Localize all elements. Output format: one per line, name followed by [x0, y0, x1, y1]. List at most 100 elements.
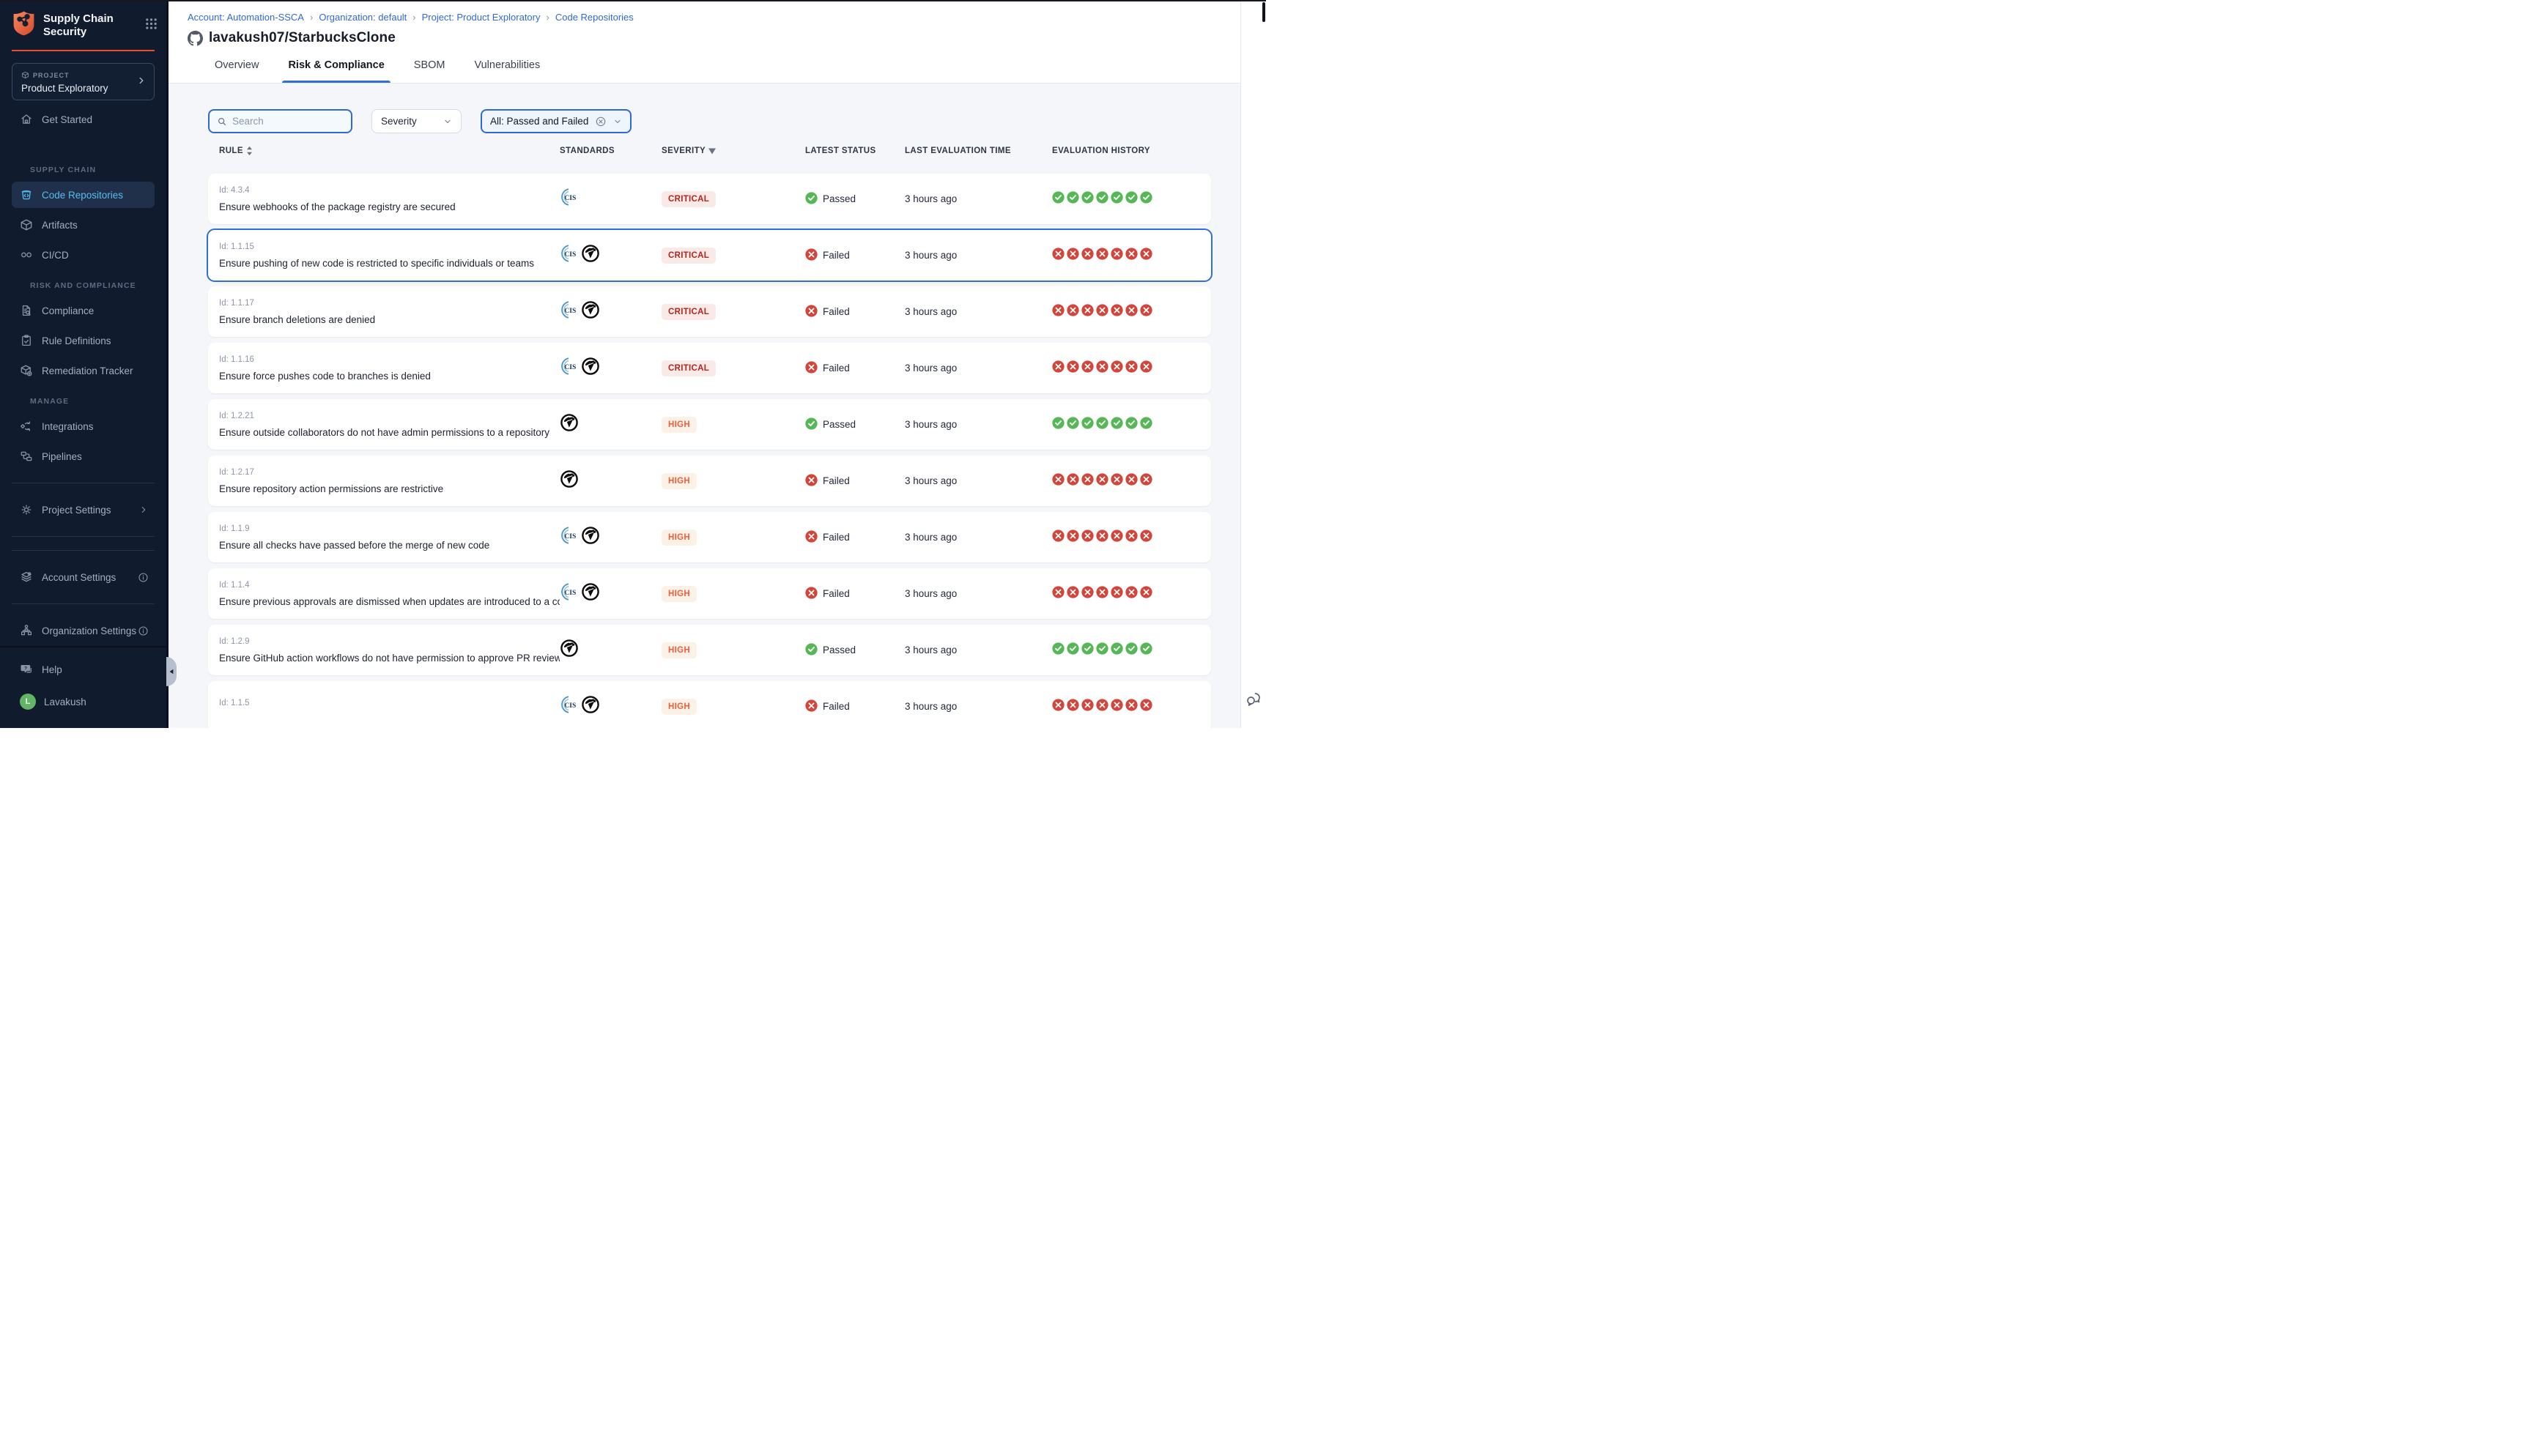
- rule-row[interactable]: Id: 1.1.17Ensure branch deletions are de…: [208, 286, 1211, 337]
- rule-row[interactable]: Id: 1.1.15Ensure pushing of new code is …: [208, 230, 1211, 281]
- severity-filter-label: Severity: [381, 116, 417, 127]
- sidebar-item-code-repositories[interactable]: Code Repositories: [12, 182, 155, 208]
- project-selector[interactable]: PROJECT Product Exploratory: [12, 63, 155, 100]
- sidebar-item-account-settings[interactable]: Account Settings: [12, 564, 155, 590]
- history-pass-icon: [1125, 642, 1138, 658]
- sidebar-item-project-settings[interactable]: Project Settings: [12, 497, 155, 523]
- history-fail-icon: [1081, 360, 1094, 376]
- rule-cell: Id: 4.3.4Ensure webhooks of the package …: [219, 186, 560, 212]
- apps-grid-icon[interactable]: [145, 18, 158, 34]
- svg-text:CIS: CIS: [564, 195, 576, 202]
- rule-text: Ensure branch deletions are denied: [219, 314, 560, 325]
- app-title: Supply Chain Security: [43, 12, 130, 39]
- severity-cell: HIGH: [662, 699, 805, 715]
- history-fail-icon: [1096, 304, 1108, 320]
- breadcrumb-item[interactable]: Account: Automation-SSCA: [188, 12, 304, 23]
- history-fail-icon: [1081, 473, 1094, 489]
- history-fail-icon: [1111, 699, 1123, 715]
- column-header-rule[interactable]: RULE: [219, 146, 560, 156]
- user-item[interactable]: L Lavakush: [12, 688, 155, 715]
- history-fail-icon: [1140, 586, 1152, 602]
- breadcrumb-item[interactable]: Organization: default: [319, 12, 407, 23]
- evaluation-history: [1052, 191, 1211, 207]
- column-label: STANDARDS: [560, 146, 615, 155]
- package-icon: [21, 71, 29, 81]
- status-filter[interactable]: All: Passed and Failed: [481, 109, 632, 133]
- rule-row[interactable]: Id: 1.2.9Ensure GitHub action workflows …: [208, 625, 1211, 675]
- support-chat-icon[interactable]: [1245, 691, 1262, 712]
- evaluation-history: [1052, 304, 1211, 320]
- history-pass-icon: [1111, 642, 1123, 658]
- column-header-severity[interactable]: SEVERITY: [662, 146, 805, 155]
- owasp-standard-icon: [581, 244, 600, 267]
- history-fail-icon: [1052, 699, 1065, 715]
- tab-vulnerabilities[interactable]: Vulnerabilities: [473, 56, 541, 83]
- project-label: PROJECT: [33, 72, 70, 79]
- sidebar-item-label: Get Started: [42, 114, 92, 125]
- rule-row[interactable]: Id: 1.1.16Ensure force pushes code to br…: [208, 343, 1211, 393]
- history-fail-icon: [1067, 304, 1079, 320]
- search-input[interactable]: [232, 116, 335, 127]
- severity-badge: CRITICAL: [662, 248, 716, 264]
- sidebar-item-pipelines[interactable]: Pipelines: [12, 443, 155, 469]
- infinity-icon: [20, 248, 33, 261]
- breadcrumb-item[interactable]: Project: Product Exploratory: [422, 12, 541, 23]
- column-label: LAST EVALUATION TIME: [905, 146, 1011, 155]
- sidebar-item-compliance[interactable]: Compliance: [12, 297, 155, 324]
- severity-cell: CRITICAL: [662, 304, 805, 320]
- sidebar-item-organization-settings[interactable]: Organization Settings: [12, 617, 155, 644]
- breadcrumb-item[interactable]: Code Repositories: [555, 12, 634, 23]
- history-fail-icon: [1067, 248, 1079, 264]
- history-fail-icon: [1052, 304, 1065, 320]
- failed-x-icon: [805, 530, 818, 545]
- rule-row[interactable]: Id: 1.2.21Ensure outside collaborators d…: [208, 399, 1211, 450]
- sidebar-item-rule-definitions[interactable]: Rule Definitions: [12, 327, 155, 354]
- tab-sbom[interactable]: SBOM: [412, 56, 447, 83]
- clear-filter-icon[interactable]: [595, 116, 607, 127]
- user-avatar: L: [20, 694, 36, 710]
- rule-row[interactable]: Id: 1.1.5CISHIGHFailed3 hours ago: [208, 681, 1211, 728]
- history-fail-icon: [1140, 699, 1152, 715]
- rule-cell: Id: 1.2.21Ensure outside collaborators d…: [219, 412, 560, 438]
- standards-cell: CIS: [560, 187, 662, 210]
- status-label: Failed: [823, 475, 850, 486]
- tab-risk-compliance[interactable]: Risk & Compliance: [286, 56, 385, 83]
- severity-filter[interactable]: Severity: [371, 109, 462, 133]
- integrations-icon: [20, 420, 33, 433]
- tab-overview[interactable]: Overview: [213, 56, 260, 83]
- chevron-down-icon: [443, 117, 452, 126]
- sidebar-section-header-manage: MANAGE: [30, 397, 160, 406]
- rule-cell: Id: 1.1.9Ensure all checks have passed b…: [219, 524, 560, 551]
- clipboard-check-icon: [20, 334, 33, 347]
- sort-icon: [246, 146, 253, 156]
- history-pass-icon: [1067, 642, 1079, 658]
- history-fail-icon: [1140, 473, 1152, 489]
- column-header-standards[interactable]: STANDARDS: [560, 146, 662, 155]
- sidebar-item-ci-cd[interactable]: CI/CD: [12, 242, 155, 268]
- sidebar-item-get-started[interactable]: Get Started: [12, 106, 155, 133]
- rule-cell: Id: 1.1.4Ensure previous approvals are d…: [219, 581, 560, 607]
- column-header-latest-status[interactable]: LATEST STATUS: [805, 146, 905, 155]
- rule-row[interactable]: Id: 1.1.9Ensure all checks have passed b…: [208, 512, 1211, 562]
- column-header-evaluation-history[interactable]: EVALUATION HISTORY: [1052, 146, 1211, 155]
- svg-text:CIS: CIS: [564, 364, 576, 371]
- page-title: lavakush07/StarbucksClone: [209, 30, 396, 46]
- sidebar-item-remediation-tracker[interactable]: Remediation Tracker: [12, 357, 155, 384]
- history-fail-icon: [1140, 248, 1152, 264]
- rule-row[interactable]: Id: 4.3.4Ensure webhooks of the package …: [208, 174, 1211, 224]
- history-fail-icon: [1111, 360, 1123, 376]
- rule-row[interactable]: Id: 1.2.17Ensure repository action permi…: [208, 456, 1211, 506]
- status-cell: Failed: [805, 474, 905, 489]
- column-header-last-evaluation-time[interactable]: LAST EVALUATION TIME: [905, 146, 1052, 155]
- breadcrumb-separator: ›: [547, 12, 549, 23]
- sidebar-item-integrations[interactable]: Integrations: [12, 413, 155, 439]
- scrollbar-thumb[interactable]: [1262, 2, 1265, 22]
- rule-row[interactable]: Id: 1.1.4Ensure previous approvals are d…: [208, 568, 1211, 619]
- evaluation-time: 3 hours ago: [905, 250, 1052, 261]
- rule-text: Ensure repository action permissions are…: [219, 483, 560, 494]
- help-item[interactable]: ? Help: [12, 656, 155, 683]
- sidebar-item-artifacts[interactable]: Artifacts: [12, 212, 155, 238]
- cis-standard-icon: CIS: [560, 357, 579, 379]
- status-cell: Failed: [805, 587, 905, 601]
- severity-cell: HIGH: [662, 530, 805, 546]
